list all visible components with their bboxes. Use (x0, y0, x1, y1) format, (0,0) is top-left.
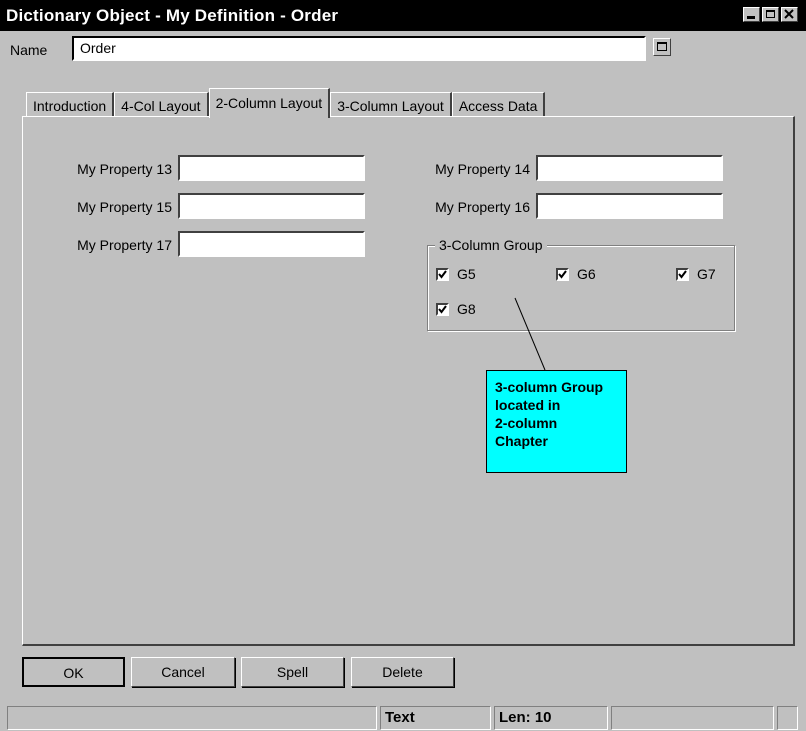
callout-line: 2-column (495, 415, 558, 431)
ok-button[interactable]: OK (22, 657, 125, 687)
status-pane-grip (777, 706, 798, 730)
status-pane-length: Len: 10 (494, 706, 608, 730)
status-bar: Text Len: 10 (0, 704, 806, 731)
cancel-button[interactable]: Cancel (131, 657, 235, 687)
spell-button[interactable]: Spell (241, 657, 344, 687)
delete-button[interactable]: Delete (351, 657, 454, 687)
status-pane-mode: Text (380, 706, 491, 730)
dictionary-object-window: Dictionary Object - My Definition - Orde… (0, 0, 806, 731)
callout-pointer-line (514, 297, 546, 371)
annotation-callout: 3-column Group located in 2-column Chapt… (486, 370, 627, 473)
callout-line: Chapter (495, 433, 548, 449)
status-pane-message (7, 706, 377, 730)
tab-2-column-layout[interactable]: 2-Column Layout (208, 88, 331, 118)
callout-line: 3-column Group (495, 379, 604, 395)
callout-line: located in (495, 397, 561, 413)
status-pane-extra (611, 706, 774, 730)
